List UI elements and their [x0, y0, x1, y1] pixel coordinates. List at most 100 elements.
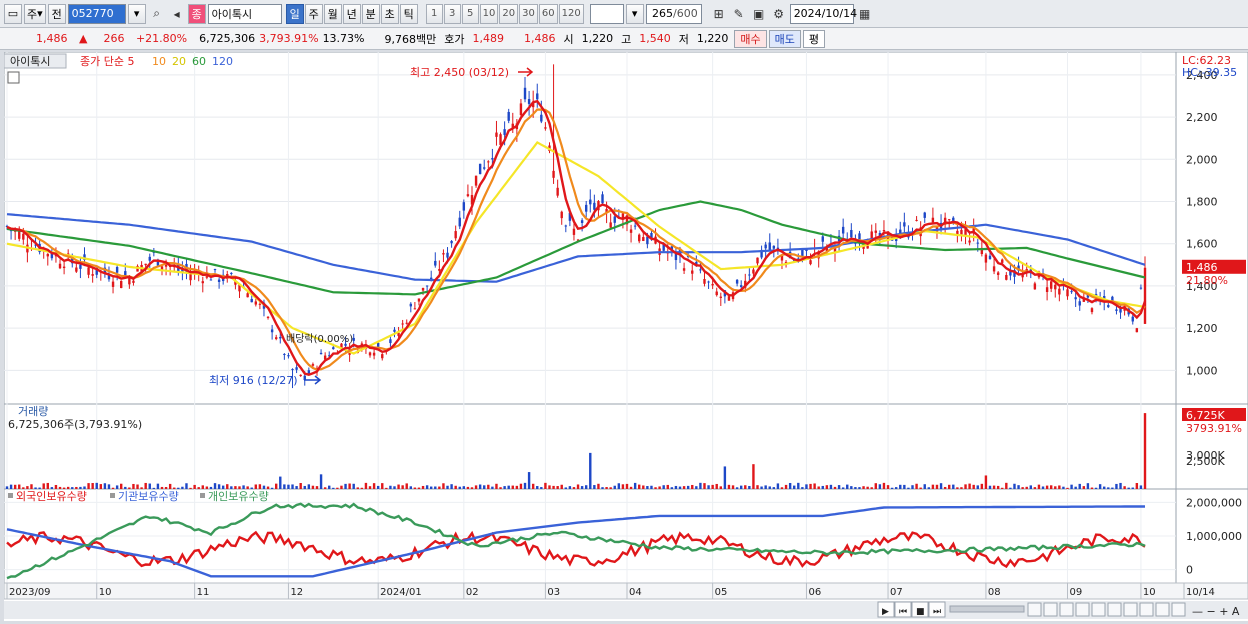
tool-button-7[interactable] [1139, 602, 1154, 617]
volume-bar [242, 485, 245, 489]
minute-tab-60[interactable]: 60 [538, 3, 558, 24]
current-price-tag-label: 1,486 [1186, 261, 1218, 274]
candle-body [442, 253, 445, 255]
eval-button[interactable]: 평 [802, 29, 825, 48]
candle-body [462, 202, 466, 211]
candle-body [764, 244, 767, 249]
tab-5[interactable]: 초 [380, 3, 399, 24]
period-select[interactable]: 주 ▾ [24, 3, 46, 24]
tool-button-0[interactable] [1027, 602, 1042, 617]
volume-bar [1009, 487, 1012, 489]
chart-area[interactable]: 1,000 1,200 1,400 1,600 1,800 2,000 2,200 2,400… [3, 51, 1248, 621]
compare-icon[interactable]: ⊞ [710, 4, 728, 24]
search-icon[interactable]: ⌕ [148, 4, 166, 24]
save-icon[interactable]: ▣ [750, 4, 768, 24]
tool-button-4[interactable] [1091, 602, 1106, 617]
volume-bar [168, 483, 172, 489]
candle-body [79, 264, 82, 269]
stock-chart[interactable]: 1,0001,2001,4001,6001,8002,0002,2002,400… [3, 51, 1248, 621]
volume-bar [438, 486, 441, 489]
tool-button-2[interactable] [1059, 602, 1074, 617]
info-bar: 1,486 ▲ 266 +21.80% 6,725,306 3,793.91% … [0, 28, 1248, 50]
buy-button[interactable]: 매수 [734, 29, 767, 48]
candle-body [266, 316, 270, 318]
tool-button-3[interactable] [1075, 602, 1090, 617]
holdings-legend-marker [200, 493, 205, 498]
minute-tab-10[interactable]: 10 [479, 3, 499, 24]
volume-bar [499, 487, 502, 489]
volume-bar [1111, 487, 1114, 489]
volume-bar [1139, 485, 1143, 489]
tab-4[interactable]: 분 [361, 3, 380, 24]
volume-bar [160, 486, 164, 489]
prev-button[interactable]: 전 [47, 3, 66, 24]
candle-body [633, 225, 637, 227]
zoom-slider[interactable] [949, 605, 1025, 613]
window-icon[interactable]: ▭ [4, 3, 22, 24]
tool-button-5[interactable] [1107, 602, 1122, 617]
minute-tab-3[interactable]: 3 [443, 3, 461, 24]
candle-body [299, 374, 302, 377]
count-field[interactable]: 265/600 [645, 3, 702, 24]
sell-button[interactable]: 매도 [768, 29, 801, 48]
minute-tab-120[interactable]: 120 [558, 3, 584, 24]
candle-body [646, 236, 649, 245]
candle-body [405, 322, 408, 324]
volume-bar [854, 487, 857, 489]
interval-input[interactable] [589, 3, 624, 24]
dropdown-icon[interactable]: ▾ [127, 3, 146, 24]
tool-button-8[interactable] [1155, 602, 1170, 617]
volume-bar [992, 485, 996, 489]
stock-name-field[interactable]: 아이톡시 [207, 3, 282, 24]
holdings-tick-label: 0 [1186, 564, 1193, 577]
tab-3[interactable]: 년 [342, 3, 361, 24]
candle-body [201, 281, 204, 284]
stock-name-label: 아이톡시 [10, 55, 50, 68]
volume-bar [650, 485, 653, 489]
draw-icon[interactable]: ✎ [730, 4, 748, 24]
candle-body [1001, 259, 1004, 263]
volume-bar [980, 483, 984, 489]
date-axis [3, 582, 1248, 600]
date-label-1: 10 [99, 587, 112, 598]
volume-bar [487, 484, 490, 489]
volume-bar [124, 486, 127, 489]
candle-body [487, 161, 490, 163]
tool-button-9[interactable] [1171, 602, 1186, 617]
date-field[interactable]: 2024/10/14 [789, 3, 857, 24]
date-label-9: 06 [808, 587, 821, 598]
gear-icon[interactable]: ⚙ [770, 4, 788, 24]
candle-body [996, 272, 1000, 275]
volume-bar [66, 486, 70, 489]
tool-button-6[interactable] [1123, 602, 1138, 617]
minute-tab-1[interactable]: 1 [425, 3, 443, 24]
tab-2[interactable]: 월 [323, 3, 342, 24]
stock-tag[interactable]: 종 [187, 3, 206, 24]
calendar-icon[interactable]: ▦ [856, 4, 874, 24]
minute-tab-20[interactable]: 20 [499, 3, 519, 24]
tab-6[interactable]: 틱 [399, 3, 418, 24]
volume-bar [287, 484, 290, 489]
tool-button-1[interactable] [1043, 602, 1058, 617]
candle-body [1049, 281, 1053, 289]
speaker-icon[interactable]: ◂ [168, 4, 186, 24]
tab-0[interactable]: 일 [285, 3, 304, 24]
volume-bar [678, 486, 682, 489]
candle-body [478, 163, 482, 175]
tab-1[interactable]: 주 [304, 3, 323, 24]
interval-dropdown[interactable]: ▾ [625, 3, 644, 24]
volume-bar [870, 487, 873, 489]
volume-bar [919, 487, 922, 489]
candle-body [144, 263, 147, 266]
minute-tab-30[interactable]: 30 [519, 3, 538, 24]
candle-body [250, 298, 253, 303]
minute-tab-5[interactable]: 5 [461, 3, 479, 24]
ask-price: 1,489 [472, 32, 505, 45]
volume-bar [1135, 483, 1139, 489]
volume-bar [156, 483, 160, 489]
code-input[interactable]: 052770 [67, 3, 126, 24]
volume-bar [393, 486, 396, 489]
turnover-pct: 13.73% [322, 32, 365, 45]
current-price: 1,486 ▲ [36, 32, 88, 45]
volume-bar [548, 485, 551, 489]
